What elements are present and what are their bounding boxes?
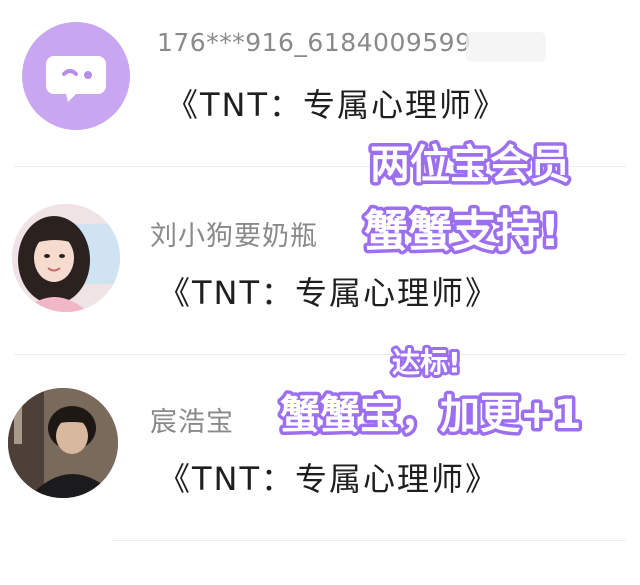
page: { "list": [ { "username": "176***916_618… <box>0 0 640 585</box>
overlay-line-1: 两位宝会员 <box>370 142 570 188</box>
overlay-line-3: 达标! <box>392 346 461 379</box>
overlay-line-4: 蟹蟹宝，加更+1 <box>280 392 581 438</box>
overlay-text-layer: 两位宝会员 蟹蟹支持! 达标! 蟹蟹宝，加更+1 <box>277 139 585 442</box>
overlay-line-2: 蟹蟹支持! <box>364 206 560 257</box>
